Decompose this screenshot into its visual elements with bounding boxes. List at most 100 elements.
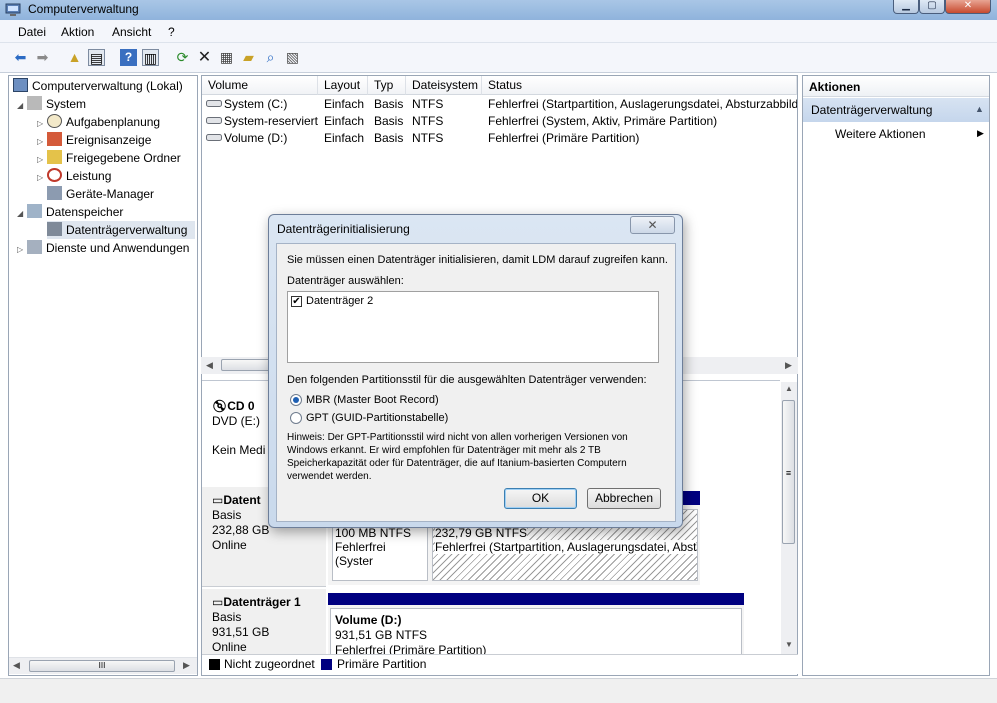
services-icon <box>27 240 42 254</box>
tree-item-ereignisanzeige[interactable]: ▷ Ereignisanzeige <box>37 131 151 149</box>
menu-ansicht[interactable]: Ansicht <box>112 25 151 39</box>
computer-icon <box>13 78 28 92</box>
back-arrow-icon[interactable]: ⬅ <box>12 49 29 66</box>
performance-icon <box>47 168 62 182</box>
radio-gpt[interactable] <box>290 412 302 424</box>
forward-arrow-icon[interactable]: ➡ <box>34 49 51 66</box>
properties-icon[interactable]: ▦ <box>218 49 235 66</box>
action-label: Weitere Aktionen <box>835 127 926 141</box>
collapsed-arrow-icon[interactable]: ▷ <box>17 241 27 259</box>
cancel-button[interactable]: Abbrechen <box>587 488 661 509</box>
legend-unallocated: Nicht zugeordnet <box>224 657 315 671</box>
scroll-left-icon[interactable]: ◀ <box>206 360 213 371</box>
disk-name: CD 0 <box>227 399 255 413</box>
refresh-icon[interactable]: ⟳ <box>174 49 191 66</box>
menu-bar: Datei Aktion Ansicht ? <box>0 20 997 43</box>
drive-icon <box>206 114 222 128</box>
cd-drive-icon: 💿︎ <box>212 399 228 413</box>
legend-swatch-primary <box>321 659 332 670</box>
volume-type: Basis <box>374 131 404 145</box>
volume-name: System (C:) <box>224 97 288 111</box>
tree-item-leistung[interactable]: ▷ Leistung <box>37 167 111 185</box>
volume-type: Basis <box>374 114 404 128</box>
volume-filesystem: NTFS <box>412 131 444 145</box>
disk-item-label: Datenträger 2 <box>306 295 374 307</box>
column-header-status[interactable]: Status <box>482 76 797 95</box>
menu-datei[interactable]: Datei <box>18 25 46 39</box>
volume-status: Fehlerfrei (Primäre Partition) <box>488 131 640 145</box>
disk-size: 931,51 GB <box>212 625 270 639</box>
close-button[interactable]: ✕ <box>945 0 991 14</box>
action-pane-icon[interactable]: ▥ <box>142 49 159 66</box>
search-icon[interactable]: ⌕ <box>262 49 279 66</box>
help-icon[interactable]: ? <box>120 49 137 66</box>
menu-help[interactable]: ? <box>168 25 175 39</box>
column-header-dateisystem[interactable]: Dateisystem <box>406 76 482 95</box>
disk-management-icon <box>47 222 62 236</box>
tree-item-computerverwaltung[interactable]: Computerverwaltung (Lokal) <box>13 77 183 95</box>
column-header-layout[interactable]: Layout <box>318 76 368 95</box>
status-bar <box>0 678 997 703</box>
select-disk-label: Datenträger auswählen: <box>287 275 404 287</box>
shared-folder-icon <box>47 150 62 164</box>
navigation-tree: Computerverwaltung (Lokal) ◢ System ▷ Aufg… <box>8 75 198 676</box>
actions-section-datentraegerverwaltung[interactable]: Datenträgerverwaltung ▲ <box>803 98 989 122</box>
disk-map-vertical-scrollbar[interactable]: ▲ ≡ ▼ <box>781 382 797 654</box>
dialog-close-button[interactable]: ✕ <box>630 216 675 234</box>
volume-layout: Einfach <box>324 97 365 111</box>
tree-item-aufgabenplanung[interactable]: ▷ Aufgabenplanung <box>37 113 160 131</box>
tree-item-datenspeicher[interactable]: ◢ Datenspeicher <box>17 203 123 221</box>
tree-item-freigegebene-ordner[interactable]: ▷ Freigegebene Ordner <box>37 149 181 167</box>
radio-gpt-label[interactable]: GPT (GUID-Partitionstabelle) <box>306 412 448 424</box>
partition-size: 100 MB NTFS <box>335 526 412 540</box>
partition-status: Fehlerfrei (Syster <box>335 540 386 568</box>
volume-status: Fehlerfrei (Startpartition, Auslagerungs… <box>488 97 797 111</box>
volume-type: Basis <box>374 97 404 111</box>
scroll-left-icon[interactable]: ◀ <box>13 660 20 671</box>
column-header-typ[interactable]: Typ <box>368 76 406 95</box>
clock-icon <box>47 114 62 128</box>
menu-aktion[interactable]: Aktion <box>61 25 94 39</box>
export-icon[interactable]: ▧ <box>284 49 301 66</box>
disk-checkbox[interactable]: ✔ <box>291 296 302 307</box>
scroll-right-icon[interactable]: ▶ <box>183 660 190 671</box>
volume-name: System-reserviert <box>224 114 319 128</box>
disk-select-list[interactable]: ✔ Datenträger 2 <box>287 291 659 363</box>
show-tree-icon[interactable]: ▤ <box>88 49 105 66</box>
radio-mbr[interactable] <box>290 394 302 406</box>
expanded-arrow-icon[interactable]: ◢ <box>17 205 27 223</box>
volume-filesystem: NTFS <box>412 97 444 111</box>
scroll-thumb[interactable]: III <box>29 660 175 672</box>
up-folder-icon[interactable]: ▲ <box>66 49 83 66</box>
tree-horizontal-scrollbar[interactable]: ◀ III ▶ <box>9 657 197 674</box>
disk-label-disk1[interactable]: ▭Datenträger 1 Basis 931,51 GB Online <box>202 589 326 659</box>
collapsed-arrow-icon[interactable]: ▷ <box>37 169 47 187</box>
toolbar: ⬅ ➡ ▲ ▤ ? ▥ ⟳ ✕ ▦ ▰ ⌕ ▧ <box>0 43 997 73</box>
tree-item-system[interactable]: ◢ System <box>17 95 86 113</box>
partition-style-label: Den folgenden Partitionsstil für die aus… <box>287 374 647 386</box>
disk-state: Online <box>212 640 247 654</box>
maximize-button[interactable]: ▢ <box>919 0 945 14</box>
partition-volume-d[interactable]: Volume (D:) 931,51 GB NTFS Fehlerfrei (P… <box>330 608 742 657</box>
action-weitere-aktionen[interactable]: Weitere Aktionen ▶ <box>803 124 989 144</box>
disk-drive-icon: ▭ <box>212 595 224 609</box>
scroll-right-icon[interactable]: ▶ <box>785 360 792 371</box>
tree-item-dienste[interactable]: ▷ Dienste und Anwendungen <box>17 239 189 257</box>
minimize-button[interactable]: ▁ <box>893 0 919 14</box>
radio-mbr-label[interactable]: MBR (Master Boot Record) <box>306 394 439 406</box>
delete-icon[interactable]: ✕ <box>196 49 213 66</box>
column-header-volume[interactable]: Volume <box>202 76 318 95</box>
volume-layout: Einfach <box>324 131 365 145</box>
scroll-thumb[interactable]: ≡ <box>782 400 795 544</box>
tree-item-datentraegerverwaltung[interactable]: Datenträgerverwaltung <box>47 221 195 239</box>
open-folder-icon[interactable]: ▰ <box>240 49 257 66</box>
ok-button[interactable]: OK <box>504 488 577 509</box>
scroll-up-icon[interactable]: ▲ <box>785 384 793 393</box>
dialog-intro-text: Sie müssen einen Datenträger initialisie… <box>287 254 668 266</box>
collapse-up-icon[interactable]: ▲ <box>975 104 984 114</box>
tree-item-geraete-manager[interactable]: Geräte-Manager <box>47 185 154 203</box>
expanded-arrow-icon[interactable]: ◢ <box>17 97 27 115</box>
disk1-partitions: Volume (D:) 931,51 GB NTFS Fehlerfrei (P… <box>328 593 744 657</box>
scroll-down-icon[interactable]: ▼ <box>785 640 793 649</box>
actions-header: Aktionen <box>803 76 989 97</box>
